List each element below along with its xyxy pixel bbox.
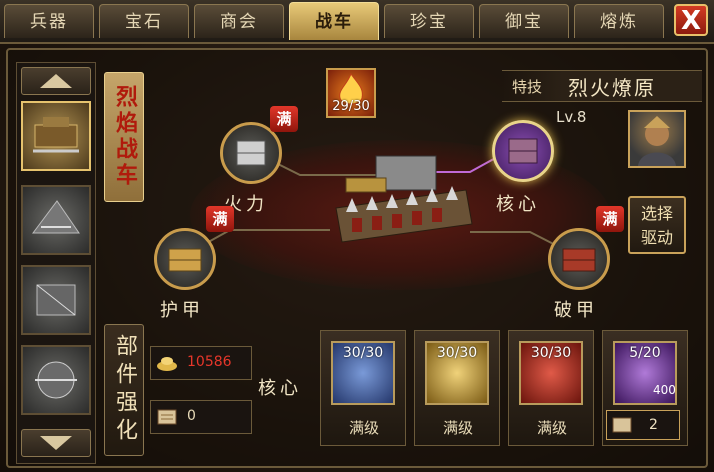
gold-resource: 10586 <box>150 346 252 380</box>
stepper-value: 2 <box>649 417 658 433</box>
material-count: 30/30 <box>436 345 478 361</box>
armor-label: 护甲 <box>160 300 204 321</box>
core-section-label: 核心 <box>258 378 302 399</box>
material-slot[interactable]: 30/30 满级 <box>414 330 500 446</box>
quantity-stepper[interactable]: 2 <box>606 410 680 440</box>
scroll-icon <box>157 409 177 425</box>
chariot-part-icon <box>562 248 596 272</box>
material-slot[interactable]: 30/30 满级 <box>320 330 406 446</box>
material-count: 30/30 <box>530 345 572 361</box>
scroll-icon <box>612 417 632 433</box>
chariot-screen: 兵器 宝石 商会 战车 珍宝 御宝 熔炼 X 烈焰战车 29/30 特技 烈火燎… <box>0 0 714 472</box>
scroll-resource: 0 <box>150 400 252 434</box>
max-badge: 满 <box>596 206 624 232</box>
chariot-part-icon <box>236 140 266 166</box>
material-slot[interactable]: 30/30 满级 <box>508 330 594 446</box>
chariot-part-icon <box>168 248 202 272</box>
chariot-model-icon <box>335 155 473 243</box>
pierce-armor-label: 破甲 <box>554 300 598 321</box>
part-upgrade-title: 部件强化 <box>104 324 144 456</box>
max-badge: 满 <box>270 106 298 132</box>
material-status: 满级 <box>442 419 473 437</box>
gold-cost: 400 <box>653 383 676 397</box>
material-status: 满级 <box>536 419 567 437</box>
armor-node[interactable] <box>154 228 216 290</box>
max-badge: 满 <box>206 206 234 232</box>
chariot-model <box>326 138 476 262</box>
gold-ingot-icon <box>157 357 177 371</box>
core-node-label: 核心 <box>496 194 540 215</box>
pierce-armor-node[interactable] <box>548 228 610 290</box>
material-status: 满级 <box>348 419 379 437</box>
material-count: 5/20 <box>629 345 661 361</box>
scroll-value: 0 <box>187 408 196 424</box>
chariot-part-icon <box>508 138 538 164</box>
gold-value: 10586 <box>187 354 232 370</box>
material-count: 30/30 <box>342 345 384 361</box>
core-node[interactable] <box>492 120 554 182</box>
